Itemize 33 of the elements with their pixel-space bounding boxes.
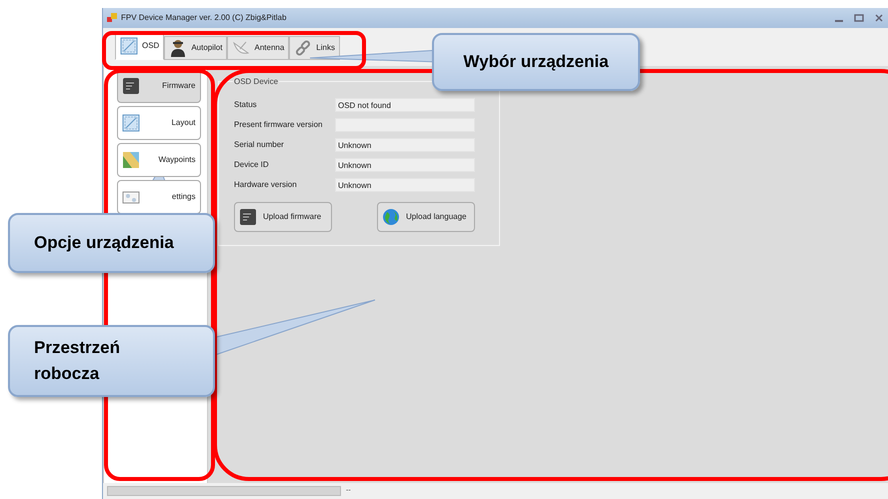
field-label: Device ID	[234, 159, 269, 171]
maximize-icon[interactable]	[854, 14, 864, 22]
globe-icon	[382, 208, 400, 226]
field-label: Serial number	[234, 139, 284, 151]
option-button[interactable]: Waypoints	[116, 143, 200, 177]
upload-button[interactable]: Upload language	[377, 202, 475, 232]
person-icon	[169, 39, 188, 57]
chain-icon	[294, 39, 312, 57]
tab[interactable]: Autopilot	[164, 36, 228, 60]
callout: Wybór urządzenia	[432, 33, 640, 91]
dish-icon	[232, 39, 250, 57]
callout: Przestrzeń robocza	[8, 325, 215, 397]
callout: Opcje urządzenia	[8, 213, 215, 273]
screen-icon	[122, 114, 140, 132]
screen-icon	[120, 37, 138, 55]
field-value[interactable]: Unknown	[335, 178, 475, 192]
field-value[interactable]: Unknown	[335, 138, 475, 152]
app-icon	[107, 13, 117, 23]
close-icon[interactable]	[874, 14, 884, 22]
field-label: Status	[234, 99, 257, 111]
map-icon	[122, 151, 140, 169]
field-label: Hardware version	[234, 179, 297, 191]
chip-icon	[239, 208, 257, 226]
tab[interactable]: Links	[289, 36, 340, 60]
tab[interactable]: Antenna	[227, 36, 290, 60]
option-button[interactable]: Layout	[116, 106, 200, 140]
option-button[interactable]: ettings	[116, 180, 200, 214]
upload-button[interactable]: Upload firmware	[234, 202, 332, 232]
window-title: FPV Device Manager ver. 2.00 (C) Zbig&Pitlab	[121, 12, 286, 24]
field-value[interactable]: OSD not found	[335, 98, 475, 112]
chip-icon	[122, 77, 140, 95]
field-value[interactable]: Unknown	[335, 158, 475, 172]
field-label: Present firmware version	[234, 119, 322, 131]
